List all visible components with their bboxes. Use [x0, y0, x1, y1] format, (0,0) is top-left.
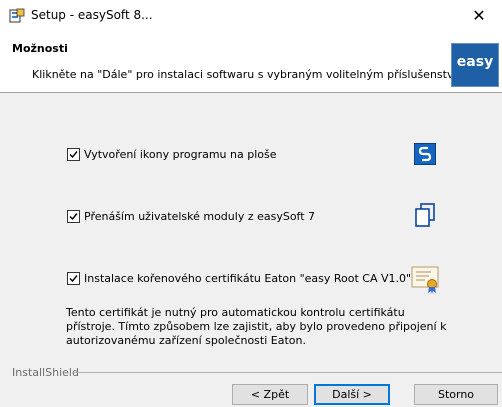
installer-app-icon	[9, 8, 25, 23]
checkbox-transfer-modules[interactable]	[67, 210, 80, 223]
copy-modules-icon	[415, 203, 435, 227]
close-icon: ✕	[472, 6, 486, 25]
checkmark-icon	[69, 151, 78, 159]
option-label: Vytvoření ikony programu na ploše	[84, 148, 277, 161]
back-button-label: < Zpět	[250, 388, 290, 401]
back-button[interactable]: < Zpět	[232, 384, 308, 405]
page-title: Možnosti	[12, 42, 68, 55]
logo-text: easy	[456, 54, 494, 70]
cancel-button-label: Storno	[437, 388, 475, 401]
title-bar: Setup - easySoft 8... ✕	[0, 0, 502, 32]
next-button[interactable]: Další >	[314, 384, 390, 405]
next-button-label: Další >	[332, 388, 372, 401]
option-desktop-icon[interactable]: Vytvoření ikony programu na ploše	[67, 148, 277, 161]
certificate-icon	[411, 266, 439, 294]
option-transfer-modules[interactable]: Přenáším uživatelské moduly z easySoft 7	[67, 210, 315, 223]
option-label: Instalace kořenového certifikátu Eaton "…	[84, 272, 412, 285]
easy-logo: easy	[451, 43, 499, 87]
page-header: Možnosti Klikněte na "Dále" pro instalac…	[0, 32, 502, 93]
cancel-button[interactable]: Storno	[414, 384, 498, 405]
footer-divider	[74, 372, 502, 373]
option-label: Přenáším uživatelské moduly z easySoft 7	[84, 210, 316, 223]
page-subtitle: Klikněte na "Dále" pro instalaci softwar…	[32, 68, 468, 81]
certificate-description: Tento certifikát je nutný pro automatick…	[66, 306, 447, 347]
window-title: Setup - easySoft 8...	[31, 8, 153, 22]
checkmark-icon	[69, 213, 78, 221]
installshield-brand: InstallShield	[12, 366, 79, 379]
easysoft-shortcut-icon	[414, 143, 436, 165]
option-root-certificate[interactable]: Instalace kořenového certifikátu Eaton "…	[67, 272, 411, 285]
checkbox-root-certificate[interactable]	[67, 272, 80, 285]
close-button[interactable]: ✕	[456, 0, 502, 32]
checkmark-icon	[69, 275, 78, 283]
checkbox-desktop-icon[interactable]	[67, 148, 80, 161]
